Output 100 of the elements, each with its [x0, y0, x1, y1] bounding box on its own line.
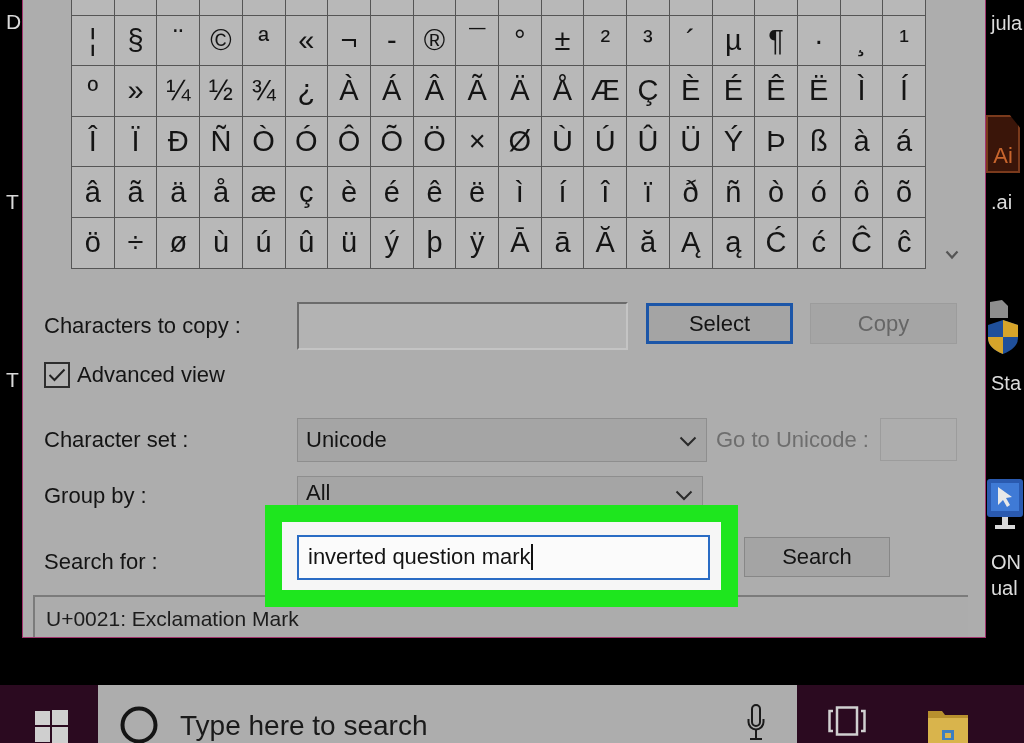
character-cell[interactable]: Å: [541, 66, 585, 117]
character-cell[interactable]: Ã: [456, 66, 499, 117]
character-cell[interactable]: Ò: [242, 116, 286, 168]
character-cell[interactable]: â: [72, 167, 115, 218]
group-by-dropdown[interactable]: All: [297, 475, 703, 505]
character-cell[interactable]: Ü: [669, 116, 713, 168]
character-cell[interactable]: Â: [413, 66, 457, 117]
character-cell[interactable]: ³: [627, 15, 670, 67]
character-cell[interactable]: ÷: [114, 217, 158, 269]
character-cell[interactable]: õ: [883, 167, 926, 218]
character-cell[interactable]: ¼: [157, 66, 201, 117]
character-cell[interactable]: Ñ: [200, 116, 243, 168]
character-cell[interactable]: ë: [456, 167, 499, 218]
character-cell[interactable]: ×: [456, 116, 499, 168]
character-cell[interactable]: Ê: [755, 66, 798, 117]
character-cell[interactable]: ê: [413, 167, 457, 218]
character-cell[interactable]: ā: [541, 217, 585, 269]
character-cell[interactable]: ¾: [242, 66, 286, 117]
character-cell[interactable]: ¬: [328, 15, 371, 67]
character-cell[interactable]: Ć: [755, 217, 798, 269]
task-view-icon[interactable]: [828, 706, 866, 736]
character-cell[interactable]: »: [114, 66, 158, 117]
character-cell[interactable]: Ä: [499, 66, 542, 117]
character-cell[interactable]: ô: [840, 167, 884, 218]
character-cell[interactable]: ¿: [285, 66, 329, 117]
character-cell[interactable]: ¨: [157, 15, 201, 67]
shield-icon[interactable]: [986, 300, 1020, 354]
character-cell[interactable]: °: [499, 15, 542, 67]
character-cell[interactable]: å: [200, 167, 243, 218]
character-cell[interactable]: Ö: [413, 116, 457, 168]
character-cell[interactable]: ü: [328, 217, 371, 269]
character-cell[interactable]: §: [114, 15, 158, 67]
character-cell[interactable]: ì: [499, 167, 542, 218]
character-cell[interactable]: ¯: [456, 15, 499, 67]
scroll-down-icon[interactable]: [945, 249, 959, 260]
character-cell[interactable]: Ì: [840, 66, 884, 117]
character-cell[interactable]: þ: [413, 217, 457, 269]
character-cell[interactable]: á: [883, 116, 926, 168]
character-cell[interactable]: Ð: [157, 116, 201, 168]
character-cell[interactable]: Ă: [584, 217, 628, 269]
folder-icon[interactable]: [928, 708, 968, 743]
character-cell[interactable]: Ą: [669, 217, 713, 269]
character-cell[interactable]: ½: [200, 66, 243, 117]
character-cell[interactable]: ª: [242, 15, 286, 67]
character-cell[interactable]: ±: [541, 15, 585, 67]
character-cell[interactable]: ö: [72, 217, 115, 269]
character-cell[interactable]: -: [370, 15, 414, 67]
character-cell[interactable]: æ: [242, 167, 286, 218]
character-cell[interactable]: ß: [797, 116, 841, 168]
character-cell[interactable]: é: [370, 167, 414, 218]
character-cell[interactable]: È: [669, 66, 713, 117]
character-cell[interactable]: ä: [157, 167, 201, 218]
character-cell[interactable]: À: [328, 66, 371, 117]
character-cell[interactable]: ¸: [840, 15, 884, 67]
ai-file-icon[interactable]: Ai: [986, 115, 1020, 173]
microphone-icon[interactable]: [747, 704, 765, 742]
character-cell[interactable]: º: [72, 66, 115, 117]
character-cell[interactable]: «: [285, 15, 329, 67]
taskbar-search-field[interactable]: Type here to search: [98, 685, 797, 743]
character-cell[interactable]: ó: [797, 167, 841, 218]
character-cell[interactable]: ù: [200, 217, 243, 269]
character-cell[interactable]: ï: [627, 167, 670, 218]
character-cell[interactable]: Ù: [541, 116, 585, 168]
character-cell[interactable]: ð: [669, 167, 713, 218]
character-set-dropdown[interactable]: Unicode: [297, 417, 707, 462]
character-cell[interactable]: Û: [627, 116, 670, 168]
character-cell[interactable]: ă: [627, 217, 670, 269]
select-button[interactable]: Select: [646, 302, 793, 344]
character-cell[interactable]: ò: [755, 167, 798, 218]
character-cell[interactable]: Ĉ: [840, 217, 884, 269]
character-cell[interactable]: ý: [370, 217, 414, 269]
character-cell[interactable]: ø: [157, 217, 201, 269]
character-cell[interactable]: ®: [413, 15, 457, 67]
character-cell[interactable]: ©: [200, 15, 243, 67]
character-cell[interactable]: û: [285, 217, 329, 269]
character-cell[interactable]: µ: [712, 15, 756, 67]
character-cell[interactable]: ÿ: [456, 217, 499, 269]
character-cell[interactable]: ¹: [883, 15, 926, 67]
character-cell[interactable]: í: [541, 167, 585, 218]
character-cell[interactable]: ·: [797, 15, 841, 67]
character-cell[interactable]: Ú: [584, 116, 628, 168]
character-cell[interactable]: ą: [712, 217, 756, 269]
character-cell[interactable]: ¦: [72, 15, 115, 67]
character-cell[interactable]: ç: [285, 167, 329, 218]
windows-logo-icon[interactable]: [35, 710, 68, 743]
character-cell[interactable]: Á: [370, 66, 414, 117]
characters-to-copy-field[interactable]: [297, 301, 628, 350]
character-cell[interactable]: è: [328, 167, 371, 218]
search-field[interactable]: inverted question mark: [297, 534, 710, 580]
character-cell[interactable]: Ø: [499, 116, 542, 168]
character-cell[interactable]: Ï: [114, 116, 158, 168]
character-cell[interactable]: Æ: [584, 66, 628, 117]
character-cell[interactable]: Õ: [370, 116, 414, 168]
character-cell[interactable]: Ç: [627, 66, 670, 117]
character-cell[interactable]: Ā: [499, 217, 542, 269]
advanced-view-checkbox[interactable]: [44, 361, 70, 388]
character-cell[interactable]: ú: [242, 217, 286, 269]
character-cell[interactable]: Ý: [712, 116, 756, 168]
character-cell[interactable]: Ô: [328, 116, 371, 168]
character-cell[interactable]: ¶: [755, 15, 798, 67]
